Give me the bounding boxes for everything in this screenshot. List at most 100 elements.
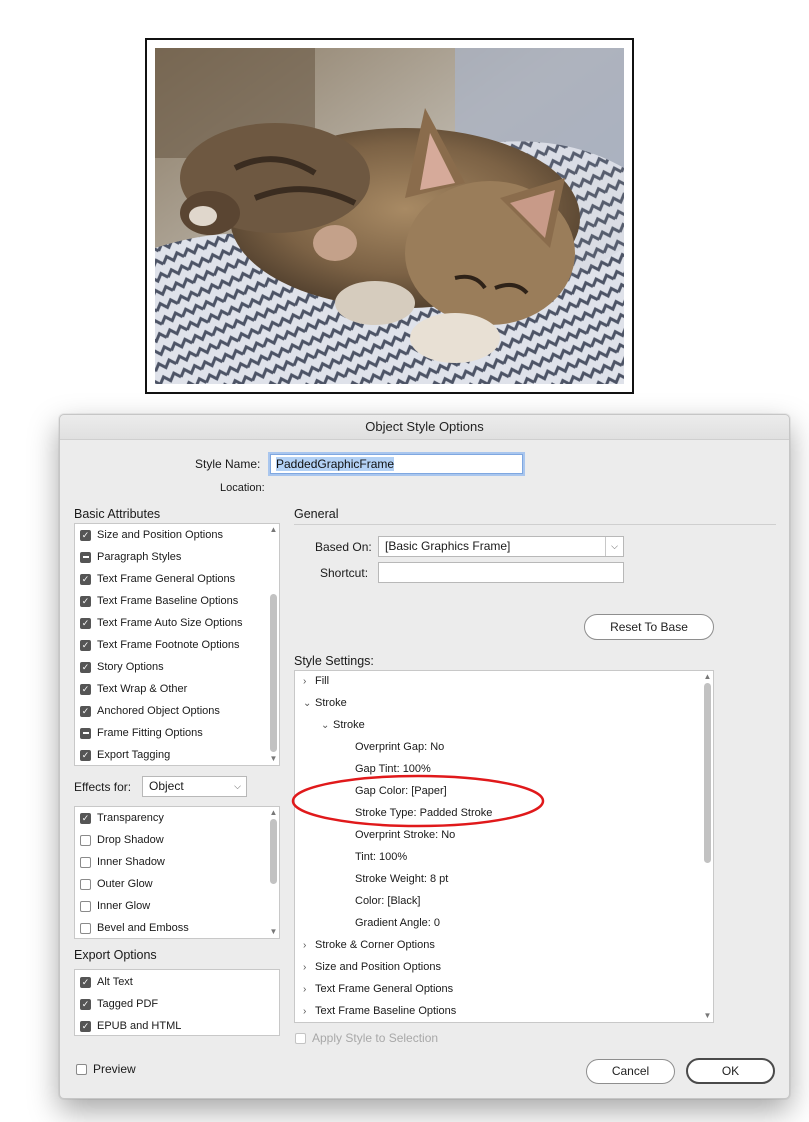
checkbox-on-icon: ✓ — [80, 529, 91, 541]
tree-item-label: Tint: 100% — [355, 851, 408, 863]
checkbox-mixed-icon — [80, 551, 91, 563]
tree-item-label: Stroke & Corner Options — [315, 939, 435, 951]
tree-item-color-black: Color: [Black] — [355, 895, 420, 907]
checkbox-on-icon: ✓ — [80, 683, 91, 695]
scroll-down-arrow-icon[interactable]: ▼ — [269, 928, 278, 936]
scroll-up-arrow-icon[interactable]: ▲ — [269, 809, 278, 817]
checkbox-label: Drop Shadow — [97, 834, 164, 846]
basic-attributes-scrollbar[interactable]: ▲ ▼ — [269, 524, 278, 765]
checkbox-story-options[interactable]: ✓ Story Options — [80, 656, 164, 678]
chevron-right-icon[interactable]: › — [303, 676, 315, 687]
tree-item-stroke[interactable]: ⌄ Stroke — [303, 697, 347, 709]
chevron-down-icon[interactable]: ⌄ — [321, 720, 333, 731]
apply-style-check-icon — [295, 1032, 306, 1044]
general-divider — [294, 524, 776, 525]
checkbox-label: Anchored Object Options — [97, 705, 220, 717]
checkbox-text-frame-footnote-options[interactable]: ✓ Text Frame Footnote Options — [80, 634, 239, 656]
scroll-up-arrow-icon[interactable]: ▲ — [269, 526, 278, 534]
checkbox-drop-shadow[interactable]: Drop Shadow — [80, 829, 164, 851]
tree-item-stroke-corner-options[interactable]: › Stroke & Corner Options — [303, 939, 435, 951]
checkbox-tagged-pdf[interactable]: ✓ Tagged PDF — [80, 993, 158, 1015]
checkbox-off-icon — [80, 922, 91, 934]
reset-to-base-button[interactable]: Reset To Base — [584, 614, 714, 640]
style-name-input[interactable]: PaddedGraphicFrame — [270, 454, 523, 474]
tree-item-text-frame-baseline-options[interactable]: › Text Frame Baseline Options — [303, 1005, 456, 1017]
apply-style-checkbox[interactable]: Apply Style to Selection — [295, 1027, 438, 1049]
checkbox-alt-text[interactable]: ✓ Alt Text — [80, 971, 133, 993]
effects-for-label: Effects for: — [74, 780, 132, 794]
checkbox-text-frame-general-options[interactable]: ✓ Text Frame General Options — [80, 568, 235, 590]
checkbox-text-wrap-other[interactable]: ✓ Text Wrap & Other — [80, 678, 187, 700]
tree-item-tint-100: Tint: 100% — [355, 851, 407, 863]
checkbox-label: Text Frame Footnote Options — [97, 639, 240, 651]
tree-item-gradient-angle-0: Gradient Angle: 0 — [355, 917, 440, 929]
preview-label: Preview — [93, 1062, 136, 1076]
tree-item-label: Stroke — [315, 697, 347, 709]
checkbox-frame-fitting-options[interactable]: Frame Fitting Options — [80, 722, 203, 744]
checkbox-label: Text Frame Baseline Options — [97, 595, 239, 607]
apply-style-label: Apply Style to Selection — [312, 1031, 439, 1045]
scroll-down-arrow-icon[interactable]: ▼ — [269, 755, 278, 763]
checkbox-export-tagging[interactable]: ✓ Export Tagging — [80, 744, 170, 765]
export-options-list: ✓ Alt Text ✓ Tagged PDF ✓ EPUB and HTML — [74, 969, 280, 1036]
effects-for-dropdown[interactable]: Object ⌵ — [142, 776, 247, 797]
checkbox-on-icon: ✓ — [80, 1020, 91, 1032]
checkbox-text-frame-baseline-options[interactable]: ✓ Text Frame Baseline Options — [80, 590, 238, 612]
based-on-dropdown[interactable]: [Basic Graphics Frame] ⌵ — [378, 536, 624, 557]
checkbox-label: Alt Text — [97, 976, 133, 988]
scroll-up-arrow-icon[interactable]: ▲ — [703, 673, 712, 681]
checkbox-outer-glow[interactable]: Outer Glow — [80, 873, 153, 895]
effects-for-value: Object — [149, 779, 184, 793]
preview-checkbox[interactable]: Preview — [76, 1058, 136, 1080]
style-settings-title: Style Settings: — [294, 654, 374, 668]
tree-item-label: Text Frame Baseline Options — [315, 1005, 457, 1017]
checkbox-bevel-and-emboss[interactable]: Bevel and Emboss — [80, 917, 189, 938]
chevron-right-icon[interactable]: › — [303, 1006, 315, 1017]
checkbox-size-and-position-options[interactable]: ✓ Size and Position Options — [80, 524, 223, 546]
style-settings-scrollbar[interactable]: ▲ ▼ — [703, 671, 712, 1022]
tree-item-text-frame-general-options[interactable]: › Text Frame General Options — [303, 983, 453, 995]
tree-item-size-and-position-options[interactable]: › Size and Position Options — [303, 961, 441, 973]
object-style-options-dialog: Object Style Options Style Name: PaddedG… — [59, 414, 790, 1099]
chevron-right-icon[interactable]: › — [303, 984, 315, 995]
checkbox-epub-and-html[interactable]: ✓ EPUB and HTML — [80, 1015, 181, 1035]
tree-item-label: Stroke Weight: 8 pt — [355, 873, 449, 885]
chevron-down-icon: ⌵ — [605, 537, 623, 556]
preview-check-icon — [76, 1063, 87, 1075]
checkbox-label: Tagged PDF — [97, 998, 159, 1010]
basic-attributes-list: ✓ Size and Position Options Paragraph Styl… — [74, 523, 280, 766]
basic-attributes-title: Basic Attributes — [74, 507, 161, 521]
tree-item-label: Gradient Angle: 0 — [355, 917, 441, 929]
scroll-thumb[interactable] — [270, 594, 277, 752]
dialog-title: Object Style Options — [60, 415, 789, 440]
tree-item-fill[interactable]: › Fill — [303, 675, 329, 687]
style-name-label: Style Name: — [195, 457, 261, 471]
chevron-right-icon[interactable]: › — [303, 940, 315, 951]
chevron-right-icon[interactable]: › — [303, 962, 315, 973]
checkbox-on-icon: ✓ — [80, 661, 91, 673]
tree-item-label: Text Frame General Options — [315, 983, 454, 995]
checkbox-label: Inner Glow — [97, 900, 151, 912]
scroll-down-arrow-icon[interactable]: ▼ — [703, 1012, 712, 1020]
scroll-thumb[interactable] — [704, 683, 711, 863]
checkbox-transparency[interactable]: ✓ Transparency — [80, 807, 164, 829]
scroll-thumb[interactable] — [270, 819, 277, 884]
effects-scrollbar[interactable]: ▲ ▼ — [269, 807, 278, 938]
checkbox-paragraph-styles[interactable]: Paragraph Styles — [80, 546, 181, 568]
chevron-down-icon[interactable]: ⌄ — [303, 698, 315, 709]
checkbox-anchored-object-options[interactable]: ✓ Anchored Object Options — [80, 700, 220, 722]
tree-item-label: Overprint Stroke: No — [355, 829, 456, 841]
cancel-button[interactable]: Cancel — [586, 1059, 675, 1084]
checkbox-label: Transparency — [97, 812, 164, 824]
ok-button[interactable]: OK — [686, 1058, 775, 1084]
tree-item-label: Overprint Gap: No — [355, 741, 445, 753]
checkbox-inner-shadow[interactable]: Inner Shadow — [80, 851, 165, 873]
checkbox-inner-glow[interactable]: Inner Glow — [80, 895, 150, 917]
checkbox-mixed-icon — [80, 727, 91, 739]
location-label: Location: — [220, 482, 265, 494]
checkbox-text-frame-auto-size-options[interactable]: ✓ Text Frame Auto Size Options — [80, 612, 243, 634]
shortcut-input[interactable] — [378, 562, 624, 583]
tree-item-stroke[interactable]: ⌄ Stroke — [321, 719, 365, 731]
checkbox-off-icon — [80, 834, 91, 846]
checkbox-label: Size and Position Options — [97, 529, 223, 541]
